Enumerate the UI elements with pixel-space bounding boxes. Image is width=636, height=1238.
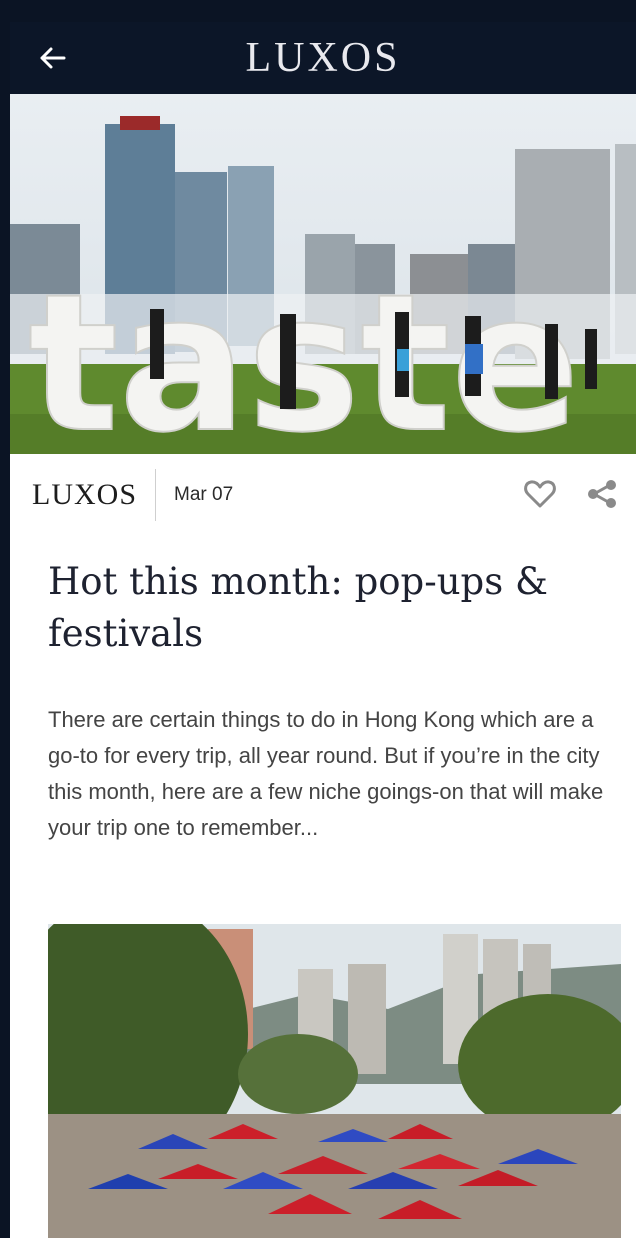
arrow-left-icon [40, 47, 66, 69]
article-view: taste LUXOS Mar 07 Hot this month: pop-u… [10, 94, 636, 1238]
publisher-name: LUXOS [32, 478, 138, 511]
share-icon [588, 480, 616, 508]
heart-icon [524, 480, 556, 508]
publish-date: Mar 07 [174, 484, 234, 505]
app-bar: LUXOS [10, 22, 636, 94]
back-button[interactable] [32, 38, 72, 78]
app-title: LUXOS [245, 35, 401, 81]
meta-divider [155, 469, 157, 521]
article-meta: LUXOS Mar 07 [10, 454, 636, 536]
article-title: Hot this month: pop-ups & festivals [48, 560, 548, 655]
hero-sign-text: taste [28, 253, 580, 454]
share-button[interactable] [582, 474, 622, 514]
hero-image[interactable]: taste [10, 94, 636, 454]
article-actions [520, 474, 622, 514]
article-image[interactable] [48, 924, 621, 1238]
like-button[interactable] [520, 474, 560, 514]
article-excerpt: There are certain things to do in Hong K… [48, 707, 604, 840]
status-bar [0, 0, 636, 22]
